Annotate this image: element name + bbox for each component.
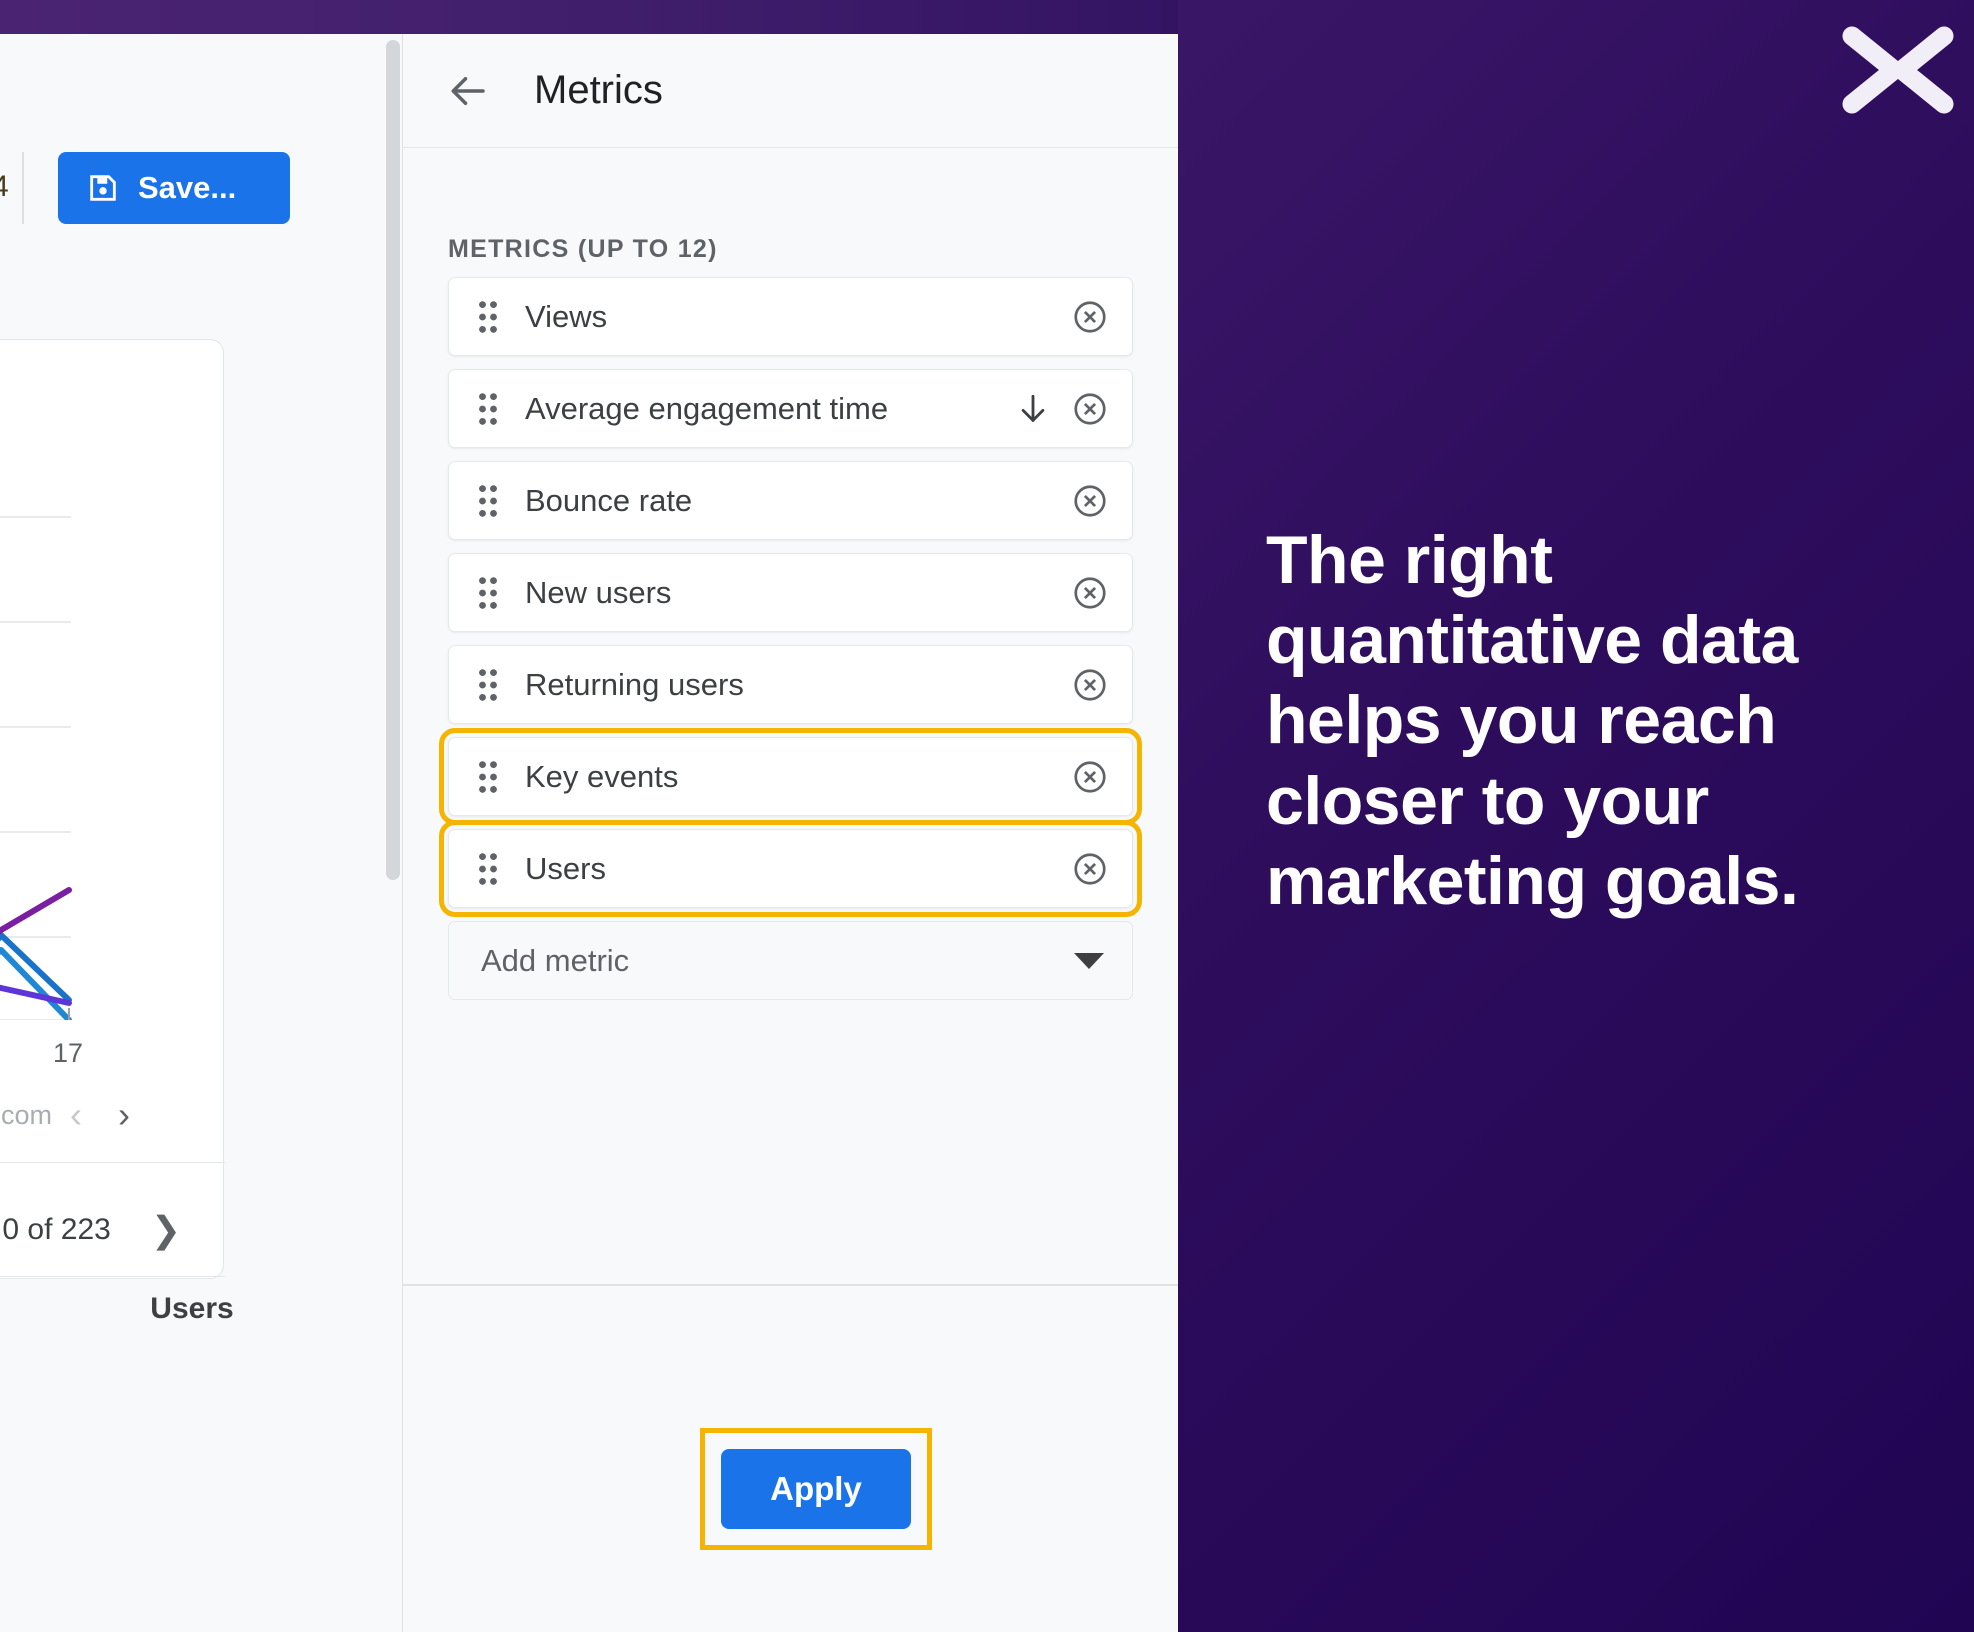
panel-title: Metrics	[534, 68, 663, 112]
remove-circle-icon[interactable]	[1072, 759, 1108, 795]
divider	[0, 1162, 225, 1163]
drag-handle-icon[interactable]	[477, 760, 499, 794]
total-pagination: 0 of 223 ❯	[0, 1190, 225, 1270]
metric-row[interactable]: Bounce rate	[448, 461, 1133, 540]
metrics-panel-header: Metrics	[403, 34, 1178, 148]
metric-row[interactable]: Views	[448, 277, 1133, 356]
remove-circle-icon[interactable]	[1072, 667, 1108, 703]
metrics-section-label: METRICS (UP TO 12)	[448, 235, 718, 263]
metric-row[interactable]: Returning users	[448, 645, 1133, 724]
add-metric-dropdown[interactable]: Add metric	[448, 921, 1133, 1000]
page-root: The right quantitative data helps you re…	[0, 0, 1974, 1632]
headline-text: The right quantitative data helps you re…	[1266, 522, 1799, 919]
remove-circle-icon[interactable]	[1072, 483, 1108, 519]
back-arrow-icon[interactable]	[448, 70, 490, 112]
divider	[0, 1276, 225, 1277]
chevron-left-icon[interactable]: ‹	[52, 1094, 100, 1136]
purple-top-strip	[0, 0, 1178, 34]
sort-descending-arrow-icon[interactable]	[1016, 391, 1050, 427]
metric-label: Users	[525, 850, 606, 886]
drag-handle-icon[interactable]	[477, 668, 499, 702]
metrics-panel: Metrics METRICS (UP TO 12) Views Average…	[403, 34, 1178, 1632]
chart-svg	[0, 516, 72, 1028]
chevron-right-icon[interactable]: ❯	[133, 1209, 199, 1251]
save-button-label: Save...	[138, 170, 237, 205]
metrics-panel-body: METRICS (UP TO 12) Views Average engagem…	[403, 149, 1178, 1319]
left-app-column: 4 Save... 17 com ‹ › 0 of 223 ❯ Users	[0, 34, 402, 1632]
line-chart: 16m 40s 13m 20s 10m 00s 6m 40s 3m 20s 0s…	[0, 460, 225, 1068]
save-disk-icon	[90, 175, 116, 201]
chevron-down-icon	[1074, 952, 1104, 969]
drag-handle-icon[interactable]	[477, 300, 499, 334]
metric-row[interactable]: New users	[448, 553, 1133, 632]
remove-circle-icon[interactable]	[1072, 299, 1108, 335]
drag-handle-icon[interactable]	[477, 852, 499, 886]
left-toolbar: 4 Save...	[0, 144, 402, 230]
metric-label: Key events	[525, 758, 679, 794]
pagination-row-label: com	[1, 1099, 53, 1130]
drag-handle-icon[interactable]	[477, 484, 499, 518]
metric-row[interactable]: Average engagement time	[448, 369, 1133, 448]
x-tick-label: 17	[53, 1038, 84, 1068]
metric-label: Bounce rate	[525, 482, 693, 518]
metric-label: Returning users	[525, 666, 744, 702]
chart-pagination: com ‹ ›	[0, 1075, 225, 1155]
metrics-list: Views Average engagement time Bounce rat…	[439, 277, 1142, 1000]
chevron-right-icon[interactable]: ›	[100, 1094, 148, 1136]
apply-button-highlight: Apply	[700, 1428, 932, 1550]
chart-card: 16m 40s 13m 20s 10m 00s 6m 40s 3m 20s 0s…	[0, 339, 225, 1279]
metric-label: Views	[525, 298, 608, 334]
drag-handle-icon[interactable]	[477, 576, 499, 610]
vertical-scrollbar[interactable]	[386, 40, 400, 880]
save-button[interactable]: Save...	[58, 152, 290, 224]
remove-circle-icon[interactable]	[1072, 575, 1108, 611]
add-metric-label: Add metric	[481, 942, 630, 978]
apply-button[interactable]: Apply	[721, 1449, 911, 1529]
users-footer-label: Users	[150, 1292, 234, 1325]
metric-label: Average engagement time	[525, 390, 889, 426]
remove-circle-icon[interactable]	[1072, 391, 1108, 427]
total-count-text: 0 of 223	[2, 1213, 111, 1246]
record-count: 4	[0, 170, 9, 203]
x-logo	[1838, 24, 1958, 116]
drag-handle-icon[interactable]	[477, 392, 499, 426]
remove-circle-icon[interactable]	[1072, 851, 1108, 887]
toolbar-divider	[22, 152, 24, 224]
metric-row-key-events[interactable]: Key events	[439, 728, 1142, 825]
metric-row-users[interactable]: Users	[439, 820, 1142, 917]
metric-label: New users	[525, 574, 672, 610]
metrics-panel-footer: Apply	[403, 1286, 1178, 1632]
